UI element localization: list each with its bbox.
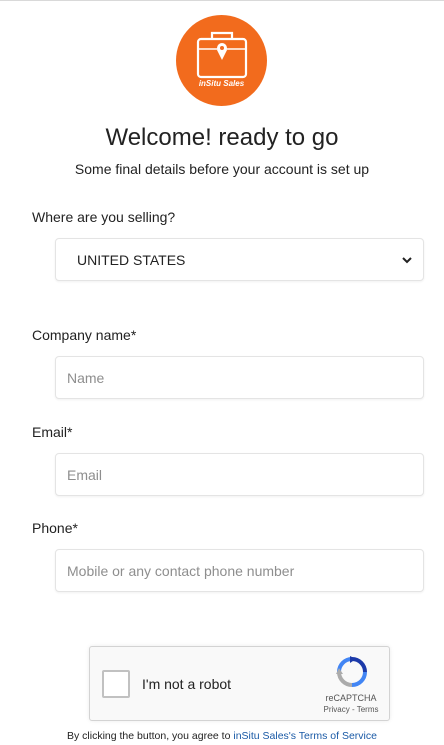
chevron-down-icon xyxy=(402,257,412,264)
email-label: Email* xyxy=(32,424,73,440)
country-select[interactable]: UNITED STATES xyxy=(55,238,424,281)
phone-input[interactable] xyxy=(56,550,423,591)
insitu-sales-logo: inSitu Sales xyxy=(176,15,267,106)
terms-of-service-link[interactable]: inSitu Sales's Terms of Service xyxy=(233,730,377,742)
email-input[interactable] xyxy=(56,454,423,495)
company-name-field-wrapper xyxy=(55,356,424,399)
recaptcha-widget: I'm not a robot reCAPTCHA Privacy - Term… xyxy=(89,646,390,721)
terms-notice: By clicking the button, you agree to inS… xyxy=(0,730,444,742)
company-name-label: Company name* xyxy=(32,327,137,343)
phone-field-wrapper xyxy=(55,549,424,592)
phone-label: Phone* xyxy=(32,520,78,536)
page-subtitle: Some final details before your account i… xyxy=(74,161,370,177)
country-label: Where are you selling? xyxy=(32,209,176,225)
company-name-input[interactable] xyxy=(56,357,423,398)
country-select-value: UNITED STATES xyxy=(77,252,186,268)
recaptcha-links[interactable]: Privacy - Terms xyxy=(311,705,391,714)
recaptcha-brand: reCAPTCHA xyxy=(325,693,377,703)
briefcase-icon xyxy=(196,31,248,79)
recaptcha-label: I'm not a robot xyxy=(142,676,232,692)
page-title: Welcome! ready to go xyxy=(105,124,339,151)
signup-page: inSitu Sales Welcome! ready to go Some f… xyxy=(0,0,444,745)
logo-text: inSitu Sales xyxy=(198,79,245,88)
recaptcha-checkbox[interactable] xyxy=(102,670,130,698)
email-field-wrapper xyxy=(55,453,424,496)
recaptcha-icon xyxy=(336,656,367,687)
terms-prefix: By clicking the button, you agree to xyxy=(67,730,234,742)
